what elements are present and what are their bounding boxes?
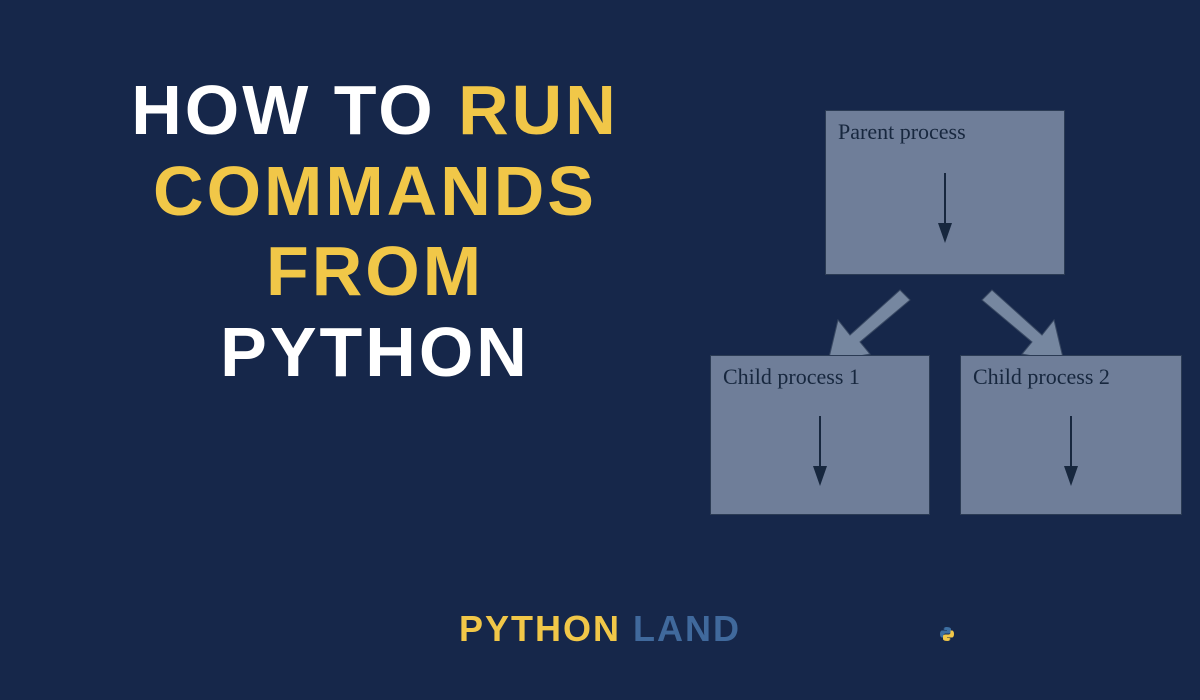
headline-line2: COMMANDS [75,151,675,232]
brand-footer: PYTHON LAND [0,608,1200,650]
python-logo-icon [939,626,955,642]
brand-word-1: PYTHON [459,608,621,649]
child-process-1-label: Child process 1 [723,364,860,390]
process-diagram: Parent process Child process 1 Child pro… [710,110,1185,540]
page-title: HOW TO RUN COMMANDS FROM PYTHON [75,70,675,392]
headline-line1-accent: RUN [458,71,619,149]
child-process-2-label: Child process 2 [973,364,1110,390]
brand-word-2: LAND [633,608,741,649]
child-process-1-box: Child process 1 [710,355,930,515]
arrow-down-icon [935,173,955,243]
headline-line1-prefix: HOW TO [131,71,458,149]
arrow-down-icon [1061,416,1081,486]
parent-process-label: Parent process [838,119,966,145]
parent-process-box: Parent process [825,110,1065,275]
headline-line4: PYTHON [75,312,675,393]
headline-line3: FROM [75,231,675,312]
arrow-down-icon [810,416,830,486]
child-process-2-box: Child process 2 [960,355,1182,515]
